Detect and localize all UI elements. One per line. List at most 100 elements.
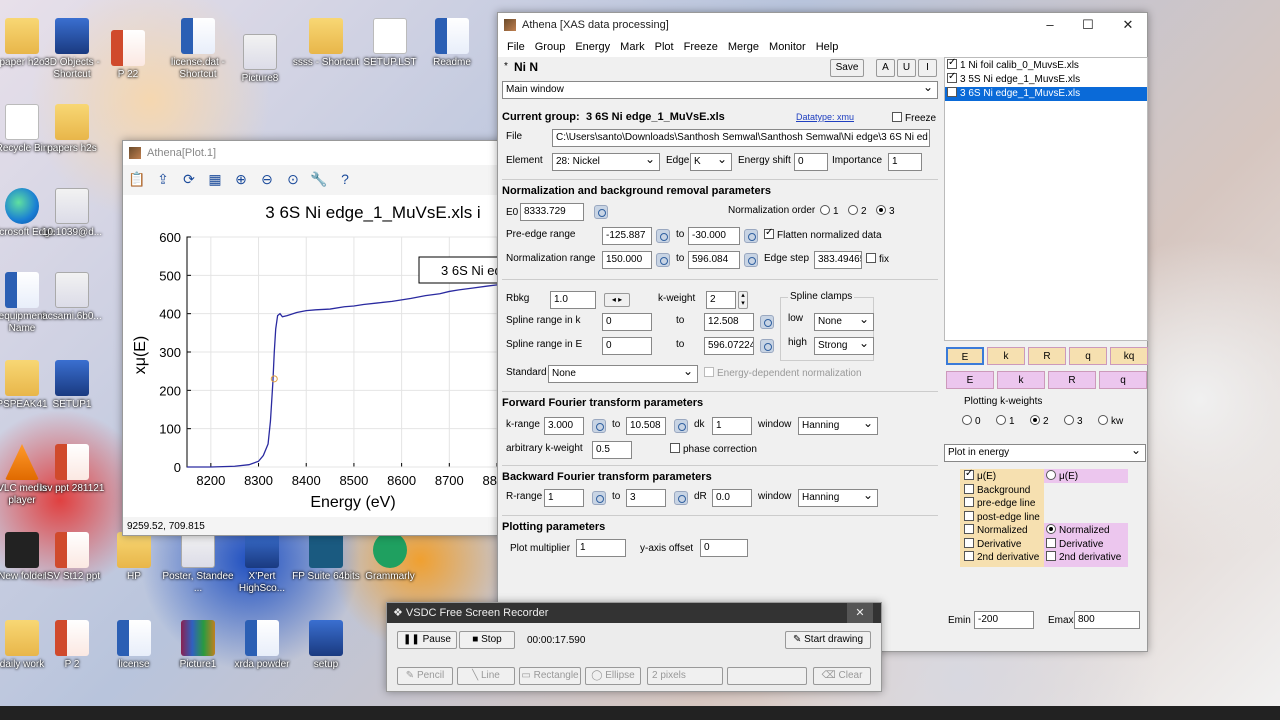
desktop-icon-22[interactable]: X'Pert HighSco...: [226, 532, 298, 595]
desktop-icon-17[interactable]: Isv ppt 281121: [36, 444, 108, 495]
plot-marked-R-button[interactable]: R: [1048, 371, 1096, 389]
plot-opt-left[interactable]: Derivative: [964, 537, 1021, 550]
zoom-in-icon[interactable]: ⊕: [231, 169, 251, 189]
export-icon[interactable]: ⇪: [153, 169, 173, 189]
menu-plot[interactable]: Plot: [650, 41, 679, 53]
group-item[interactable]: 3 5S Ni edge_1_MuvsE.xls: [945, 71, 1147, 87]
desktop-icon-15[interactable]: SETUP1: [36, 360, 108, 411]
spline-k-from[interactable]: 0: [602, 313, 652, 331]
norm-order-2-radio[interactable]: 2: [848, 205, 867, 217]
plot-multiplier-field[interactable]: 1: [576, 539, 626, 557]
high-select[interactable]: Strong: [814, 336, 874, 355]
plot-opt-left[interactable]: post-edge line: [964, 510, 1040, 523]
desktop-icon-24[interactable]: Grammarly: [354, 532, 426, 583]
kweight-1-radio[interactable]: 1: [996, 415, 1015, 427]
plot-opt-right[interactable]: μ(E): [1046, 470, 1078, 482]
phase-correction-checkbox[interactable]: phase correction: [670, 443, 757, 455]
norm-to[interactable]: 596.084: [688, 251, 740, 269]
menu-mark[interactable]: Mark: [615, 41, 649, 53]
plot-opt-left[interactable]: 2nd derivative: [964, 551, 1039, 563]
plot-E-button[interactable]: E: [946, 347, 984, 365]
menu-monitor[interactable]: Monitor: [764, 41, 811, 53]
k-to-pick-icon[interactable]: [674, 419, 688, 433]
minimize-icon[interactable]: –: [1040, 17, 1060, 32]
pre-from-pick-icon[interactable]: [656, 229, 670, 243]
norm-from-pick-icon[interactable]: [656, 253, 670, 267]
r-to-pick-icon[interactable]: [674, 491, 688, 505]
desktop-icon-11[interactable]: 10.1039@d...: [36, 188, 108, 239]
file-path[interactable]: C:\Users\santo\Downloads\Santhosh Semwal…: [552, 129, 930, 147]
pencil-button[interactable]: ✎ Pencil: [397, 667, 453, 685]
e0-field[interactable]: 8333.729: [520, 203, 584, 221]
edge-select[interactable]: K: [690, 152, 732, 171]
desktop-icon-4[interactable]: Picture8: [224, 34, 296, 85]
plot-in-select[interactable]: Plot in energy: [944, 443, 1146, 462]
energy-shift-field[interactable]: 0: [794, 153, 828, 171]
plot-marked-q-button[interactable]: q: [1099, 371, 1147, 389]
menu-group[interactable]: Group: [530, 41, 571, 53]
freeze-checkbox[interactable]: Freeze: [892, 112, 936, 124]
clear-button[interactable]: ⌫ Clear: [813, 667, 871, 685]
flatten-checkbox[interactable]: Flatten normalized data: [764, 227, 882, 241]
close-icon[interactable]: ✕: [1118, 17, 1138, 33]
plot-opt-left[interactable]: Background: [964, 483, 1030, 496]
athena-titlebar[interactable]: Athena [XAS data processing] – ☐ ✕: [498, 13, 1147, 37]
plot-opt-left[interactable]: μ(E): [964, 468, 996, 482]
energy-dependent-checkbox[interactable]: Energy-dependent normalization: [704, 367, 862, 379]
spline-k-pick-icon[interactable]: [760, 315, 774, 329]
plot-opt-right[interactable]: Derivative: [1046, 537, 1103, 550]
recorder-titlebar[interactable]: ❖ VSDC Free Screen Recorder ✕: [387, 603, 881, 623]
plot-kq-button[interactable]: kq: [1110, 347, 1148, 365]
pixels-select[interactable]: 2 pixels: [647, 667, 723, 685]
help-icon[interactable]: ?: [335, 169, 355, 189]
maximize-icon[interactable]: ☐: [1078, 17, 1098, 33]
spline-e-from[interactable]: 0: [602, 337, 652, 355]
menu-help[interactable]: Help: [811, 41, 844, 53]
norm-to-pick-icon[interactable]: [744, 253, 758, 267]
r-to[interactable]: 3: [626, 489, 666, 507]
r-from[interactable]: 1: [544, 489, 584, 507]
pre-to-pick-icon[interactable]: [744, 229, 758, 243]
menu-merge[interactable]: Merge: [723, 41, 764, 53]
k-from-pick-icon[interactable]: [592, 419, 606, 433]
element-select[interactable]: 28: Nickel: [552, 152, 660, 171]
dr-field[interactable]: 0.0: [712, 489, 752, 507]
importance-field[interactable]: 1: [888, 153, 922, 171]
zoom-reset-icon[interactable]: ⊙: [283, 169, 303, 189]
plot-k-button[interactable]: k: [987, 347, 1025, 365]
norm-order-1-radio[interactable]: 1: [820, 205, 839, 217]
desktop-icon-9[interactable]: papers h2s: [36, 104, 108, 155]
spline-e-to[interactable]: 596.07224: [704, 337, 754, 355]
start-drawing-button[interactable]: ✎ Start drawing: [785, 631, 871, 649]
standard-select[interactable]: None: [548, 364, 698, 383]
fix-checkbox[interactable]: fix: [866, 253, 889, 265]
arb-kw-field[interactable]: 0.5: [592, 441, 632, 459]
mark-u-button[interactable]: U: [897, 59, 916, 77]
kweight-kw-radio[interactable]: kw: [1098, 415, 1123, 427]
r-from-pick-icon[interactable]: [592, 491, 606, 505]
low-select[interactable]: None: [814, 312, 874, 331]
desktop-icon-2[interactable]: P 22: [92, 30, 164, 81]
plot-opt-left[interactable]: pre-edge line: [964, 497, 1035, 509]
wrench-icon[interactable]: 🔧: [309, 169, 329, 189]
spline-e-pick-icon[interactable]: [760, 339, 774, 353]
window-select[interactable]: Hanning: [798, 416, 878, 435]
kweight-field[interactable]: 2: [706, 291, 736, 309]
desktop-icon-13[interactable]: acsami.6b0...: [36, 272, 108, 323]
pause-button[interactable]: ❚❚ Pause: [397, 631, 457, 649]
save-button[interactable]: Save: [830, 59, 864, 77]
kweight-stepper[interactable]: ▴ ▾: [738, 291, 748, 309]
desktop-icon-5[interactable]: ssss - Shortcut: [290, 18, 362, 69]
rbkg-stepper[interactable]: ◂ ▸: [604, 293, 630, 307]
mark-a-button[interactable]: A: [876, 59, 895, 77]
menu-file[interactable]: File: [502, 41, 530, 53]
norm-from[interactable]: 150.000: [602, 251, 652, 269]
datatype-link[interactable]: Datatype: xmu: [796, 112, 854, 122]
k-to[interactable]: 10.508: [626, 417, 666, 435]
plot-q-button[interactable]: q: [1069, 347, 1107, 365]
desktop-icon-7[interactable]: Readme: [416, 18, 488, 69]
dk-field[interactable]: 1: [712, 417, 752, 435]
kweight-2-radio[interactable]: 2: [1030, 415, 1049, 427]
menu-energy[interactable]: Energy: [570, 41, 615, 53]
view-select[interactable]: Main window: [502, 80, 938, 99]
